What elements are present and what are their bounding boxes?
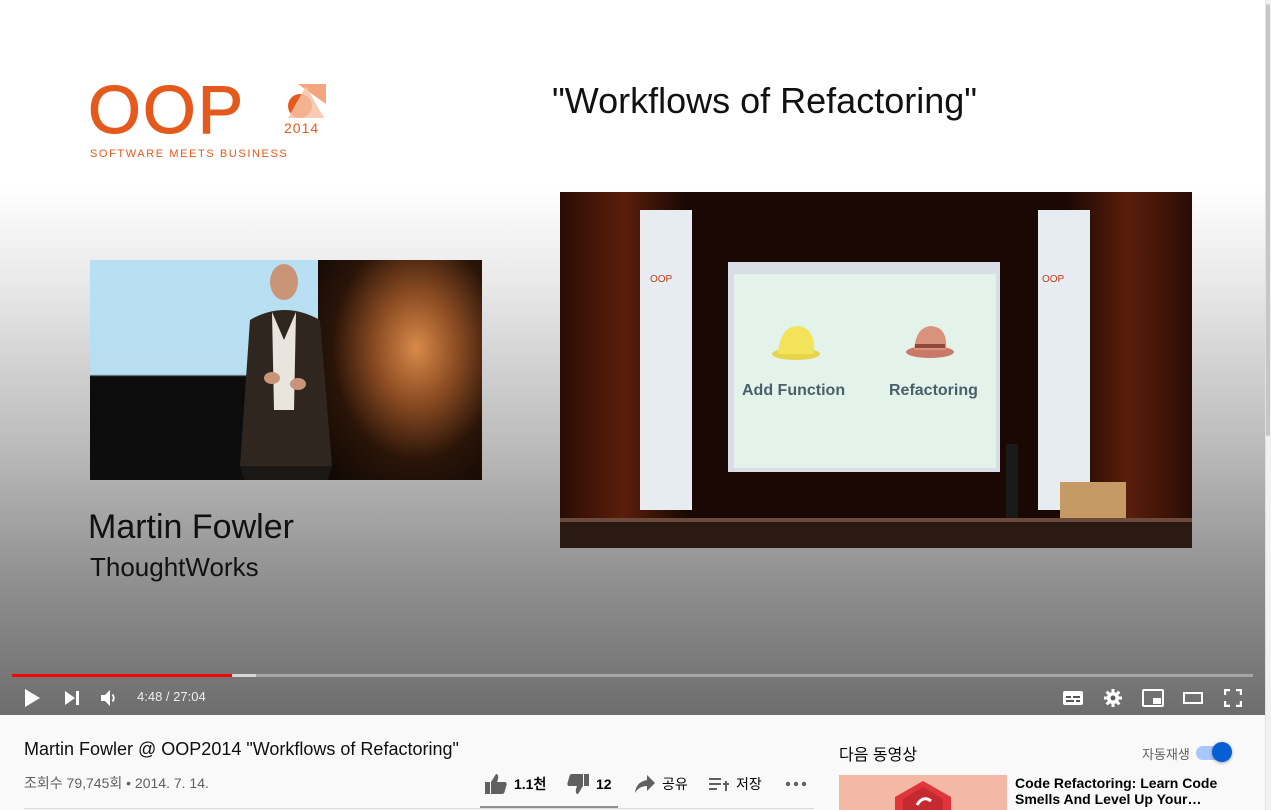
banner-text-left: OOP (650, 274, 673, 285)
page-scrollbar-thumb[interactable] (1266, 4, 1270, 436)
speaker-figure (240, 264, 332, 480)
like-count: 1.1천 (514, 776, 547, 792)
stage-lectern (1060, 482, 1126, 522)
stage-banner-right: OOP (1038, 210, 1090, 510)
gear-icon (1104, 689, 1122, 707)
dislike-button[interactable]: 12 (566, 768, 612, 800)
speaker-org: ThoughtWorks (90, 552, 259, 582)
stage-photo: OOP OOP Add Function Refactoring (560, 192, 1192, 548)
recommendation-title[interactable]: Code Refactoring: Learn Code Smells And … (1015, 775, 1237, 807)
youtube-watch-page: OOP 2014 SOFTWARE MEETS BUSINESS "Workfl… (0, 0, 1271, 810)
more-horizontal-icon (785, 781, 807, 787)
banner-text-right: OOP (1042, 274, 1065, 285)
share-button[interactable]: 공유 (634, 768, 688, 800)
autoplay-label: 자동재생 (1142, 747, 1190, 762)
subtitles-icon (1063, 691, 1083, 705)
skip-next-icon (65, 691, 79, 705)
audience-area (560, 522, 1192, 548)
logo-shape-icon (288, 84, 326, 118)
save-button[interactable]: 저장 (708, 768, 762, 800)
hat-label-add-function: Add Function (742, 382, 846, 399)
thumbs-up-icon (485, 774, 507, 794)
miniplayer-button[interactable] (1139, 684, 1167, 712)
refactoring-logo-icon (895, 781, 951, 810)
progress-played (12, 674, 232, 677)
fullscreen-button[interactable] (1219, 684, 1247, 712)
logo-tagline: SOFTWARE MEETS BUSINESS (90, 148, 289, 160)
play-button[interactable] (18, 684, 46, 712)
share-icon (635, 775, 655, 793)
slide-title: "Workflows of Refactoring" (552, 80, 978, 121)
yellow-hat-icon (772, 326, 820, 360)
view-count: 조회수 79,745회 (24, 775, 123, 791)
projection-screen: Add Function Refactoring (734, 274, 996, 468)
more-actions-button[interactable] (785, 768, 807, 800)
stage-banner-left: OOP (640, 210, 692, 510)
time-current: 4:48 (137, 689, 163, 704)
autoplay-toggle[interactable] (1196, 742, 1234, 762)
volume-icon (101, 690, 115, 706)
red-hat-icon (906, 326, 954, 358)
video-player[interactable]: OOP 2014 SOFTWARE MEETS BUSINESS "Workfl… (0, 0, 1265, 715)
player-controls: 4:48 / 27:04 (0, 680, 1265, 715)
logo-year: 2014 (284, 120, 320, 136)
time-total: 27:04 (173, 689, 206, 704)
like-button[interactable]: 1.1천 (484, 768, 546, 800)
speaker-name: Martin Fowler (88, 508, 294, 546)
fullscreen-icon (1224, 689, 1242, 707)
playlist-add-icon (709, 778, 729, 791)
play-icon (25, 689, 40, 707)
info-divider (24, 808, 814, 809)
logo-letters: OOP (87, 72, 246, 148)
theater-icon (1183, 692, 1203, 704)
mute-button[interactable] (95, 684, 123, 712)
speaker-photo (90, 260, 482, 480)
video-meta: 조회수 79,745회 • 2014. 7. 14. (24, 775, 209, 791)
time-display: 4:48 / 27:04 (137, 689, 206, 704)
oop-logo: OOP 2014 SOFTWARE MEETS BUSINESS (87, 72, 333, 162)
upload-date: 2014. 7. 14. (134, 775, 209, 791)
stage-speaker-figure (1006, 444, 1018, 520)
theater-mode-button[interactable] (1179, 684, 1207, 712)
up-next-heading: 다음 동영상 (839, 747, 918, 764)
thumbs-down-icon (567, 774, 589, 794)
miniplayer-icon (1142, 689, 1164, 707)
video-title: Martin Fowler @ OOP2014 "Workflows of Re… (24, 739, 459, 759)
save-label: 저장 (736, 776, 762, 792)
autoplay-toggle-knob (1212, 742, 1232, 762)
next-button[interactable] (58, 684, 86, 712)
subtitles-button[interactable] (1059, 684, 1087, 712)
hat-label-refactoring: Refactoring (889, 382, 978, 399)
recommendation-thumbnail[interactable] (839, 775, 1007, 810)
settings-button[interactable] (1099, 684, 1127, 712)
dislike-count: 12 (596, 776, 612, 792)
share-label: 공유 (662, 776, 688, 792)
